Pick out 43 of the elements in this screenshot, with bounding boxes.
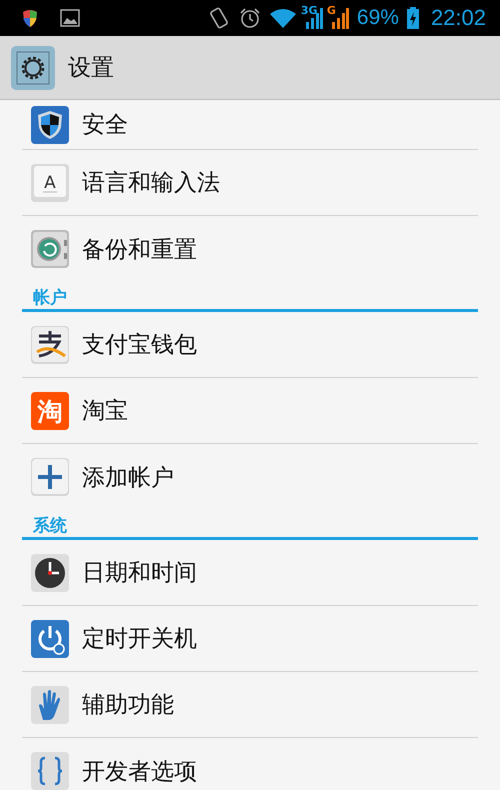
item-label: 日期和时间 [82,559,197,588]
item-label: 语言和输入法 [82,169,220,198]
settings-item[interactable]: 日期和时间 [22,540,478,606]
image-icon [60,9,80,27]
add-icon [31,458,69,496]
settings-item[interactable]: 添加帐户 [22,444,478,510]
item-label: 淘宝 [82,397,128,426]
item-label: 辅助功能 [82,691,174,720]
payment-icon [31,326,69,364]
safe-icon [31,230,69,268]
settings-item[interactable]: 支付宝钱包 [22,312,478,378]
settings-item[interactable]: A 语言和输入法 [22,150,478,216]
item-label: 支付宝钱包 [82,331,197,360]
section-header: 帐户 [22,282,478,312]
key-icon: A [31,164,69,202]
shopping-app-icon: 淘 [31,392,69,430]
section-header: 系统 [22,510,478,540]
alarm-icon [238,7,261,29]
network-label: 3G [300,4,318,17]
wifi-icon [268,7,297,29]
item-label: 定时开关机 [82,625,197,654]
settings-item[interactable]: 开发者选项 [22,738,478,790]
hand-icon [31,686,69,724]
settings-icon[interactable] [11,46,55,90]
shield-icon [31,106,69,144]
settings-item[interactable]: 辅助功能 [22,672,478,738]
clock-icon [31,554,69,592]
item-label: 安全 [82,111,128,140]
item-label: 添加帐户 [82,464,174,492]
settings-item[interactable]: 备份和重置 [22,216,478,282]
network-label: G [326,4,336,17]
shield-icon [20,8,40,28]
item-label: 开发者选项 [82,758,197,786]
settings-item[interactable]: 定时开关机 [22,606,478,672]
power-timer-icon [31,620,69,658]
item-label: 备份和重置 [82,236,197,264]
settings-item[interactable]: 淘 淘宝 [22,378,478,444]
screen-title: 设置 [68,54,114,83]
settings-item[interactable]: 安全 [22,100,478,150]
clock-time: 22:02 [430,5,486,31]
braces-icon [31,752,69,790]
battery-charging-icon [406,7,419,29]
battery-percent: 69% [356,6,399,30]
